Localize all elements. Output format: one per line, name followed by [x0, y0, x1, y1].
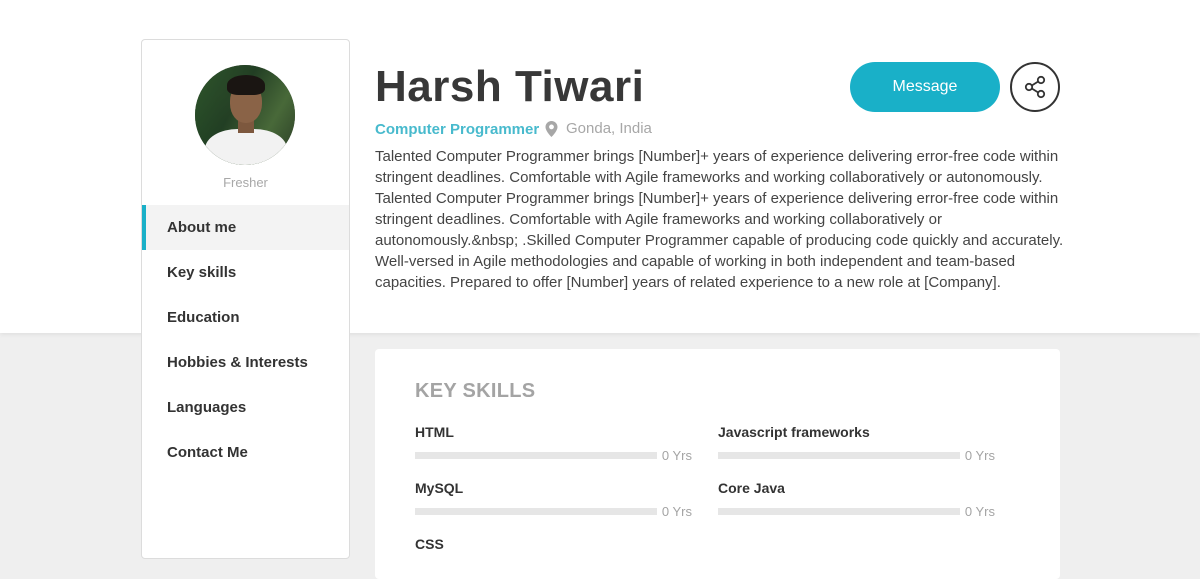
skill-name: Javascript frameworks: [718, 424, 870, 440]
sidebar-item-key-skills[interactable]: Key skills: [142, 250, 349, 295]
skill-years: 0 Yrs: [661, 504, 692, 519]
location-text: Gonda, India: [566, 120, 652, 137]
sidebar-item-hobbies[interactable]: Hobbies & Interests: [142, 340, 349, 385]
profile-sidebar: Fresher About me Key skills Education Ho…: [141, 39, 350, 559]
skill-bar: [415, 508, 657, 515]
skill-bar: [718, 508, 960, 515]
key-skills-title: KEY SKILLS: [415, 380, 536, 402]
profile-name: Harsh Tiwari: [375, 62, 645, 111]
sidebar-nav: About me Key skills Education Hobbies & …: [142, 205, 349, 475]
key-skills-card: KEY SKILLS HTML 0 Yrs Javascript framewo…: [375, 349, 1060, 579]
skill-name: CSS: [415, 536, 444, 552]
sidebar-item-about-me[interactable]: About me: [142, 205, 349, 250]
skill-bar: [415, 452, 657, 459]
job-title: Computer Programmer: [375, 121, 540, 138]
skill-item: Javascript frameworks 0 Yrs: [718, 424, 995, 464]
sidebar-item-languages[interactable]: Languages: [142, 385, 349, 430]
skill-item: Core Java 0 Yrs: [718, 480, 995, 520]
skill-item: HTML 0 Yrs: [415, 424, 692, 464]
message-button[interactable]: Message: [850, 62, 1000, 112]
skill-bar: [718, 452, 960, 459]
skill-name: Core Java: [718, 480, 785, 496]
sidebar-item-contact[interactable]: Contact Me: [142, 430, 349, 475]
skill-name: MySQL: [415, 480, 464, 496]
share-icon: [1024, 75, 1046, 99]
about-me-text: Talented Computer Programmer brings [Num…: [375, 148, 1064, 291]
skill-name: HTML: [415, 424, 454, 440]
skill-years: 0 Yrs: [964, 448, 995, 463]
avatar: [195, 65, 295, 165]
skill-years: 0 Yrs: [964, 504, 995, 519]
location: Gonda, India: [545, 120, 652, 137]
skill-item: MySQL 0 Yrs: [415, 480, 692, 520]
share-button[interactable]: [1010, 62, 1060, 112]
status-label: Fresher: [223, 175, 268, 190]
map-pin-icon: [545, 120, 558, 137]
skill-years: 0 Yrs: [661, 448, 692, 463]
skill-item: CSS: [415, 536, 692, 576]
sidebar-item-education[interactable]: Education: [142, 295, 349, 340]
